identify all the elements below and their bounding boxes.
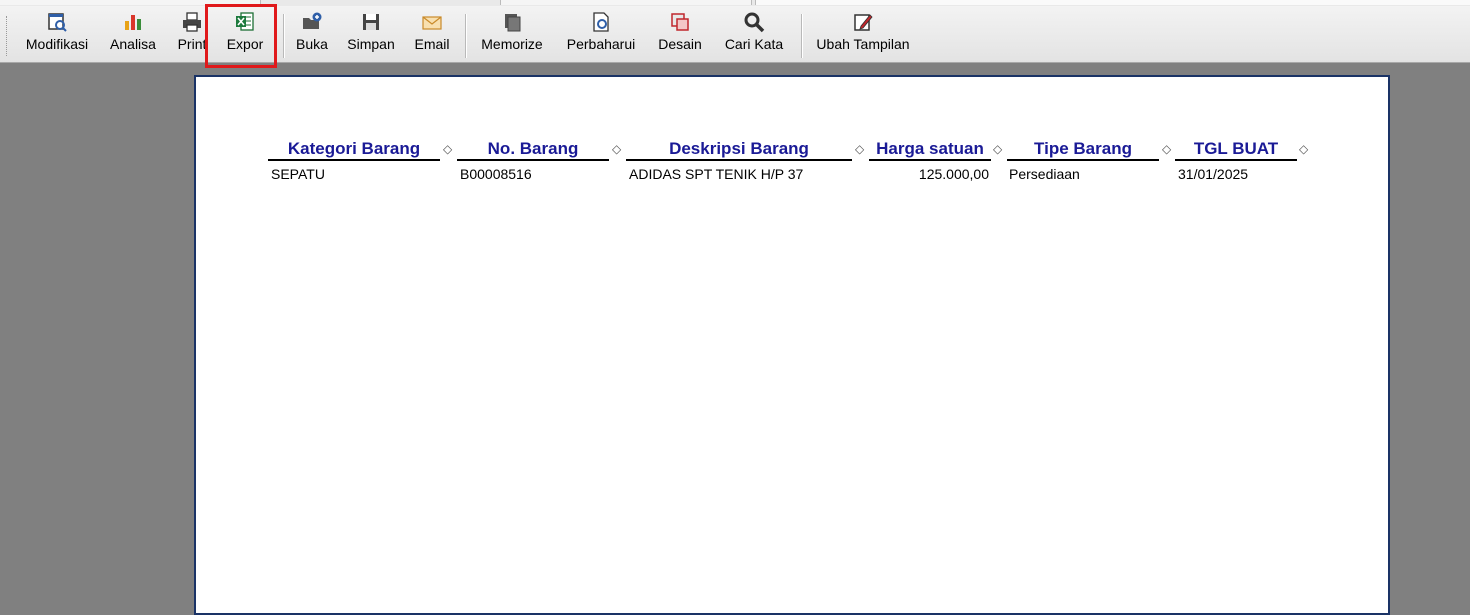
tab-right[interactable] — [755, 0, 1470, 5]
column-header-no-barang[interactable]: No. Barang — [457, 139, 609, 161]
column-header-kategori[interactable]: Kategori Barang — [268, 139, 440, 161]
expor-highlight-box — [205, 4, 277, 68]
sort-diamond-icon[interactable]: ◇ — [612, 142, 621, 156]
design-icon — [671, 13, 689, 31]
sort-diamond-icon[interactable]: ◇ — [1299, 142, 1308, 156]
column-header-tgl-buat[interactable]: TGL BUAT — [1175, 139, 1297, 161]
refresh-document-icon — [593, 12, 609, 32]
toolbar-separator — [465, 14, 467, 58]
sort-diamond-icon[interactable]: ◇ — [443, 142, 452, 156]
open-folder-icon — [303, 12, 322, 29]
desain-label: Desain — [658, 36, 702, 52]
toolbar-separator — [283, 14, 285, 58]
edit-pencil-icon — [854, 14, 873, 31]
column-header-harga[interactable]: Harga satuan — [869, 139, 991, 161]
buka-label: Buka — [296, 36, 328, 52]
simpan-label: Simpan — [347, 36, 395, 52]
cell-harga: 125.000,00 — [918, 166, 989, 182]
cell-kategori: SEPATU — [271, 166, 325, 182]
sort-diamond-icon[interactable]: ◇ — [855, 142, 864, 156]
email-label: Email — [414, 36, 450, 52]
sort-diamond-icon[interactable]: ◇ — [1162, 142, 1171, 156]
analisa-label: Analisa — [110, 36, 156, 52]
modify-report-icon — [48, 13, 67, 32]
simpan-button[interactable]: Simpan — [342, 6, 400, 62]
column-header-tipe[interactable]: Tipe Barang — [1007, 139, 1159, 161]
ubah-tampilan-button[interactable]: Ubah Tampilan — [808, 6, 918, 62]
memorize-label: Memorize — [481, 36, 543, 52]
cell-deskripsi: ADIDAS SPT TENIK H/P 37 — [629, 166, 804, 182]
bar-chart-icon — [125, 15, 141, 30]
modifikasi-label: Modifikasi — [25, 36, 89, 52]
email-button[interactable]: Email — [408, 6, 456, 62]
cell-tgl-buat: 31/01/2025 — [1178, 166, 1249, 182]
magnifier-icon — [744, 12, 765, 33]
modifikasi-button[interactable]: Modifikasi — [20, 6, 94, 62]
buka-button[interactable]: Buka — [290, 6, 334, 62]
report-page: Kategori Barang ◇ No. Barang ◇ Deskripsi… — [194, 75, 1390, 615]
analisa-button[interactable]: Analisa — [104, 6, 162, 62]
sort-diamond-icon[interactable]: ◇ — [993, 142, 1002, 156]
perbaharui-label: Perbaharui — [566, 36, 636, 52]
cell-no-barang: B00008516 — [460, 166, 532, 182]
desain-button[interactable]: Desain — [652, 6, 708, 62]
cari-kata-label: Cari Kata — [724, 36, 784, 52]
envelope-icon — [422, 16, 442, 30]
ubah-tampilan-label: Ubah Tampilan — [816, 36, 910, 52]
memorize-button[interactable]: Memorize — [474, 6, 550, 62]
toolbar-separator — [801, 14, 803, 58]
print-label: Print — [177, 36, 207, 52]
toolbar-gripper[interactable] — [6, 16, 9, 56]
printer-icon — [183, 12, 201, 32]
tab-middle[interactable] — [500, 0, 752, 5]
column-header-deskripsi[interactable]: Deskripsi Barang — [626, 139, 852, 161]
cell-tipe: Persediaan — [1009, 166, 1080, 182]
floppy-save-icon — [363, 14, 379, 30]
memorize-icon — [505, 14, 521, 32]
cari-kata-button[interactable]: Cari Kata — [716, 6, 792, 62]
perbaharui-button[interactable]: Perbaharui — [558, 6, 644, 62]
